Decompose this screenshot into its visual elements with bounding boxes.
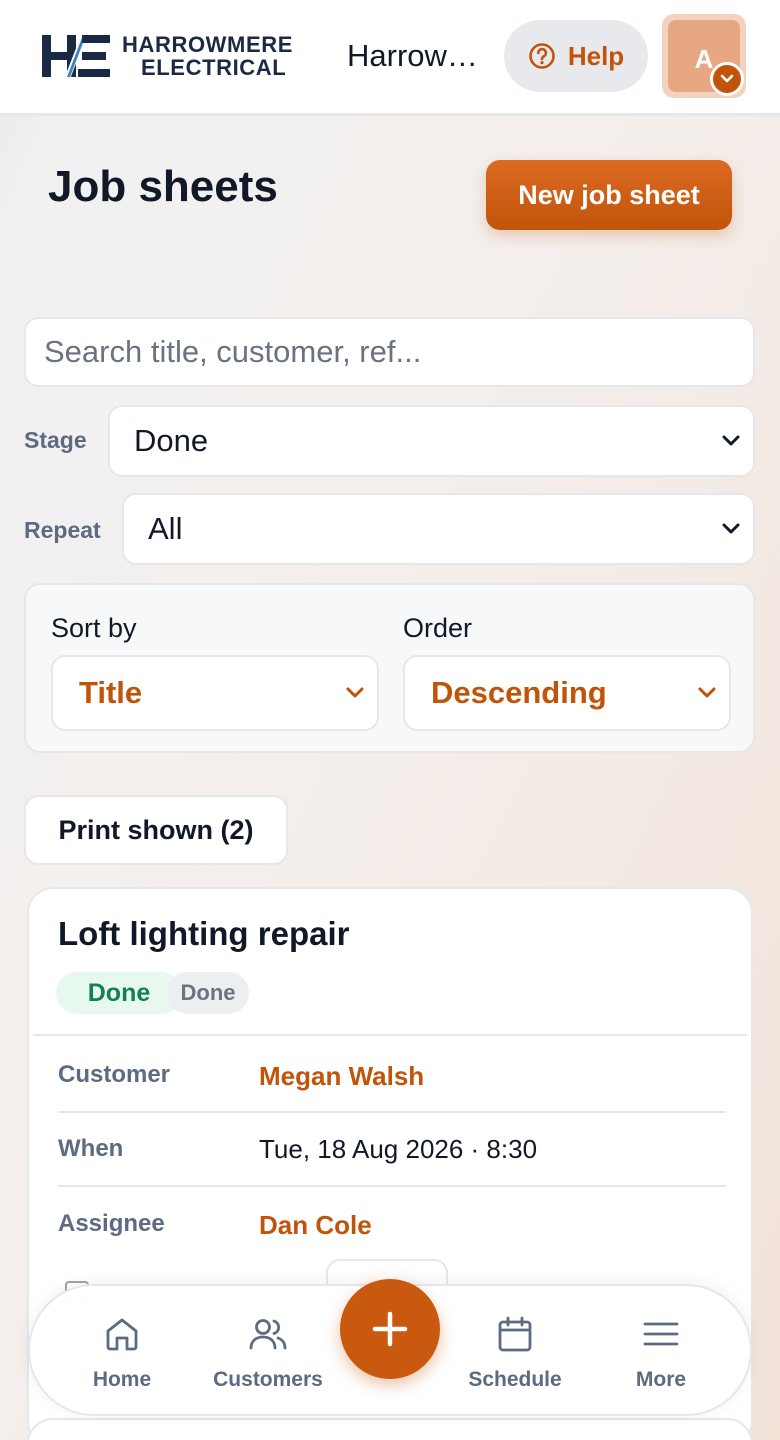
chevron-down-icon — [698, 687, 716, 698]
divider — [33, 1034, 747, 1036]
customer-link[interactable]: Megan Walsh — [259, 1061, 424, 1092]
chevron-down-icon — [722, 523, 740, 534]
sort-panel: Sort by Title Order Descending — [24, 583, 755, 753]
repeat-select-value: All — [148, 511, 183, 546]
order-select[interactable]: Descending — [403, 655, 731, 731]
assignee-link[interactable]: Dan Cole — [259, 1210, 372, 1241]
divider — [58, 1111, 726, 1113]
repeat-label: Repeat — [24, 517, 101, 543]
logo-line-2: ELECTRICAL — [141, 55, 287, 80]
nav-home-label: Home — [92, 1368, 152, 1391]
menu-icon — [643, 1322, 679, 1346]
nav-home[interactable]: Home — [57, 1306, 187, 1406]
divider — [58, 1185, 726, 1187]
nav-more-label: More — [635, 1368, 687, 1391]
nav-schedule-label: Schedule — [468, 1368, 562, 1391]
print-shown-button[interactable]: Print shown (2) — [24, 795, 288, 865]
customer-label: Customer — [58, 1061, 171, 1088]
app-header: HARROWMERE ELECTRICAL Harrow… Help A — [0, 0, 780, 116]
stage-label: Stage — [24, 427, 87, 453]
sort-by-label: Sort by — [51, 613, 137, 643]
users-icon — [249, 1319, 287, 1350]
nav-schedule[interactable]: Schedule — [450, 1306, 580, 1406]
repeat-select[interactable]: All — [122, 493, 755, 565]
nav-customers[interactable]: Customers — [203, 1306, 333, 1406]
chevron-down-icon — [722, 435, 740, 446]
calendar-icon — [498, 1316, 532, 1352]
sort-by-select[interactable]: Title — [51, 655, 379, 731]
assignee-label: Assignee — [58, 1210, 165, 1237]
nav-more[interactable]: More — [596, 1306, 726, 1406]
stage-select-value: Done — [134, 423, 209, 458]
stage-select[interactable]: Done — [108, 405, 755, 477]
order-label: Order — [403, 613, 473, 643]
home-icon — [106, 1318, 138, 1351]
nav-customers-label: Customers — [213, 1368, 323, 1391]
chevron-down-icon — [710, 62, 744, 96]
help-button[interactable]: Help — [504, 20, 648, 92]
logo-text[interactable]: HARROWMERE ELECTRICAL — [122, 33, 293, 79]
status-badge: Done — [56, 972, 182, 1014]
company-name[interactable]: Harrow… — [347, 38, 478, 74]
question-circle-icon — [529, 43, 555, 69]
logo-mark-icon — [42, 33, 110, 79]
sort-by-value: Title — [79, 675, 143, 710]
order-value: Descending — [431, 675, 607, 710]
search-input[interactable] — [24, 317, 755, 387]
new-job-sheet-button[interactable]: New job sheet — [486, 160, 732, 230]
job-title: Loft lighting repair — [58, 915, 350, 952]
account-menu[interactable]: A — [662, 14, 746, 98]
add-button[interactable] — [340, 1279, 440, 1379]
help-label: Help — [567, 40, 625, 71]
next-job-card[interactable] — [27, 1418, 753, 1440]
when-label: When — [58, 1135, 124, 1162]
plus-icon — [372, 1311, 408, 1347]
stage-badge: Done — [167, 972, 249, 1014]
when-value: Tue, 18 Aug 2026 · 8:30 — [259, 1134, 538, 1164]
chevron-down-icon — [346, 687, 364, 698]
page-title: Job sheets — [48, 162, 278, 211]
logo-line-1: HARROWMERE — [122, 32, 293, 57]
